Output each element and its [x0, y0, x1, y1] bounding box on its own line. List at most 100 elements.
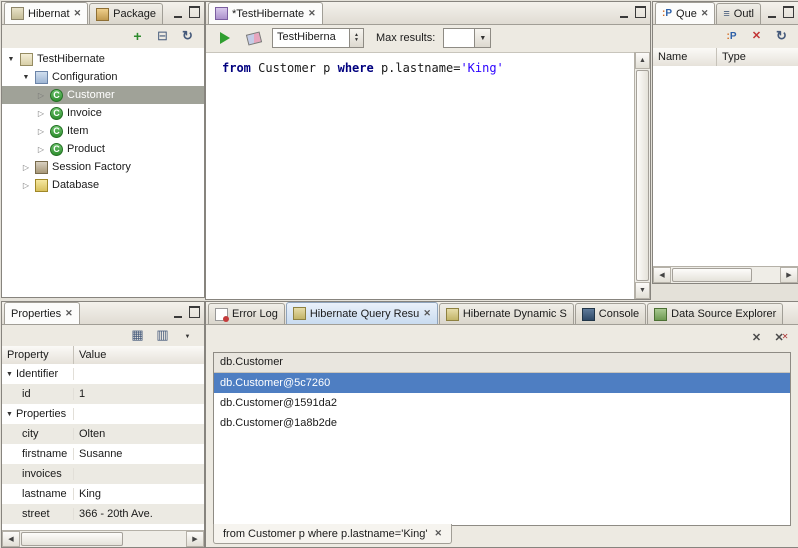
property-row-city[interactable]: cityOlten	[2, 424, 204, 444]
tab-label: Package	[113, 8, 156, 20]
tab-testhibernate-editor[interactable]: *TestHibernate	[208, 2, 323, 24]
scroll-up-button[interactable]: ▲	[635, 52, 650, 69]
tab-hibernate-query-resu[interactable]: Hibernate Query Resu	[286, 302, 438, 324]
hql-editor-area[interactable]: from Customer p where p.lastname='King'	[206, 52, 635, 299]
expand-arrow-icon[interactable]: ▷	[36, 109, 46, 118]
result-row[interactable]: db.Customer@1a8b2de	[214, 413, 790, 433]
sync-parameters-button[interactable]	[771, 26, 792, 47]
tree-item-session-factory[interactable]: ▷Session Factory	[2, 158, 204, 176]
close-icon[interactable]	[65, 308, 73, 319]
tab-package-explorer[interactable]: Package	[89, 3, 163, 24]
collapse-arrow-icon[interactable]: ▼	[6, 56, 16, 63]
property-row-street[interactable]: street366 - 20th Ave.	[2, 504, 204, 524]
editor-toolbar: TestHiberna ▲▼ Max results: ▼	[206, 24, 650, 52]
eraser-icon	[245, 31, 261, 45]
editor-vertical-scrollbar[interactable]: ▲ ▼	[634, 52, 650, 299]
tree-item-product[interactable]: ▷Product	[2, 140, 204, 158]
tree-item-testhibernate[interactable]: ▼TestHibernate	[2, 50, 204, 68]
tree-item-invoice[interactable]: ▷Invoice	[2, 104, 204, 122]
property-row-lastname[interactable]: lastnameKing	[2, 484, 204, 504]
tab-label: Que	[676, 8, 697, 20]
tab-data-source-explorer[interactable]: Data Source Explorer	[647, 303, 783, 324]
property-row-invoices[interactable]: invoices	[2, 464, 204, 484]
tree-item-customer[interactable]: ▷Customer	[2, 86, 204, 104]
collapse-arrow-icon[interactable]: ▼	[21, 74, 31, 81]
scroll-track[interactable]	[635, 69, 650, 282]
properties-horizontal-scrollbar[interactable]: ◀ ▶	[2, 530, 204, 547]
add-configuration-icon	[133, 29, 141, 44]
parameters-horizontal-scrollbar[interactable]: ◀ ▶	[653, 266, 798, 283]
query-results-list: db.Customer db.Customer@5c7260db.Custome…	[213, 352, 791, 526]
tab-hibernate-dynamic-s[interactable]: Hibernate Dynamic S	[439, 303, 574, 324]
parameters-table-body[interactable]	[653, 66, 798, 267]
property-row-id[interactable]: id1	[2, 384, 204, 404]
max-results-combo[interactable]: ▼	[443, 28, 491, 48]
show-advanced-properties-button[interactable]	[152, 325, 173, 346]
minimize-button[interactable]	[617, 7, 630, 19]
scroll-thumb[interactable]	[672, 268, 752, 282]
tree-item-database[interactable]: ▷ Database	[2, 176, 204, 194]
combo-stepper[interactable]: ▲▼	[349, 29, 363, 47]
tab-console[interactable]: Console	[575, 303, 646, 324]
maximize-button[interactable]	[782, 7, 795, 19]
scroll-thumb[interactable]	[636, 70, 649, 281]
close-icon[interactable]	[701, 8, 709, 19]
query-segment-plain: p.lastname=	[374, 61, 461, 75]
close-icon[interactable]	[434, 528, 442, 539]
remove-result-button[interactable]	[746, 328, 767, 349]
close-icon[interactable]	[308, 8, 316, 19]
property-row-firstname[interactable]: firstnameSusanne	[2, 444, 204, 464]
query-result-tab[interactable]: from Customer p where p.lastname='King'	[213, 524, 452, 544]
scroll-down-button[interactable]: ▼	[635, 282, 650, 299]
expand-arrow-icon[interactable]: ▷	[36, 127, 46, 136]
scroll-thumb[interactable]	[21, 532, 123, 546]
collapse-all-button[interactable]	[152, 26, 173, 47]
scroll-left-button[interactable]: ◀	[653, 267, 671, 283]
refresh-button[interactable]	[177, 26, 198, 47]
collapse-arrow-icon[interactable]: ▼	[6, 411, 13, 418]
scroll-left-button[interactable]: ◀	[2, 531, 20, 547]
add-parameter-button[interactable]	[721, 26, 742, 47]
query-segment-keyword: from	[222, 61, 251, 75]
maximize-button[interactable]	[188, 307, 201, 319]
expand-arrow-icon[interactable]: ▷	[36, 91, 46, 100]
show-categories-button[interactable]	[127, 325, 148, 346]
minimize-button[interactable]	[171, 7, 184, 19]
hql-editor-panel: *TestHibernate TestHiberna ▲▼ Max result…	[205, 1, 651, 300]
minimize-button[interactable]	[171, 307, 184, 319]
scroll-right-button[interactable]: ▶	[186, 531, 204, 547]
clear-editor-button[interactable]	[243, 28, 264, 49]
run-query-button[interactable]	[214, 28, 235, 49]
tab-query-parameters[interactable]: Que	[655, 2, 715, 24]
tab-properties[interactable]: Properties	[4, 302, 80, 324]
result-row[interactable]: db.Customer@1591da2	[214, 393, 790, 413]
maximize-button[interactable]	[634, 7, 647, 19]
result-row[interactable]: db.Customer@5c7260	[214, 373, 790, 393]
expand-arrow-icon[interactable]: ▷	[36, 145, 46, 154]
view-menu-button[interactable]	[177, 325, 198, 346]
dropdown-arrow-icon[interactable]: ▼	[474, 29, 490, 47]
collapse-arrow-icon[interactable]: ▼	[6, 371, 13, 378]
query-parameters-tabbar: Que Outl	[653, 2, 798, 25]
tab-outline[interactable]: Outl	[716, 3, 761, 24]
scroll-right-button[interactable]: ▶	[780, 267, 798, 283]
close-icon[interactable]	[74, 8, 82, 19]
minimize-button[interactable]	[765, 7, 778, 19]
tree-item-item[interactable]: ▷Item	[2, 122, 204, 140]
tab-error-log[interactable]: Error Log	[208, 303, 285, 324]
tab-hibernate-configurations[interactable]: Hibernat	[4, 2, 88, 24]
add-configuration-button[interactable]	[127, 26, 148, 47]
close-icon[interactable]	[423, 308, 431, 319]
remove-all-results-button[interactable]	[771, 328, 792, 349]
tree-item-configuration[interactable]: ▼Configuration	[2, 68, 204, 86]
scroll-track[interactable]	[671, 267, 780, 283]
scroll-track[interactable]	[20, 531, 186, 547]
property-row-properties[interactable]: ▼Properties	[2, 404, 204, 424]
expand-arrow-icon[interactable]: ▷	[21, 181, 31, 190]
configuration-combo[interactable]: TestHiberna ▲▼	[272, 28, 364, 48]
maximize-button[interactable]	[188, 7, 201, 19]
tree-item-label: Database	[52, 179, 99, 191]
remove-parameter-button[interactable]	[746, 26, 767, 47]
property-row-identifier[interactable]: ▼Identifier	[2, 364, 204, 384]
expand-arrow-icon[interactable]: ▷	[21, 163, 31, 172]
